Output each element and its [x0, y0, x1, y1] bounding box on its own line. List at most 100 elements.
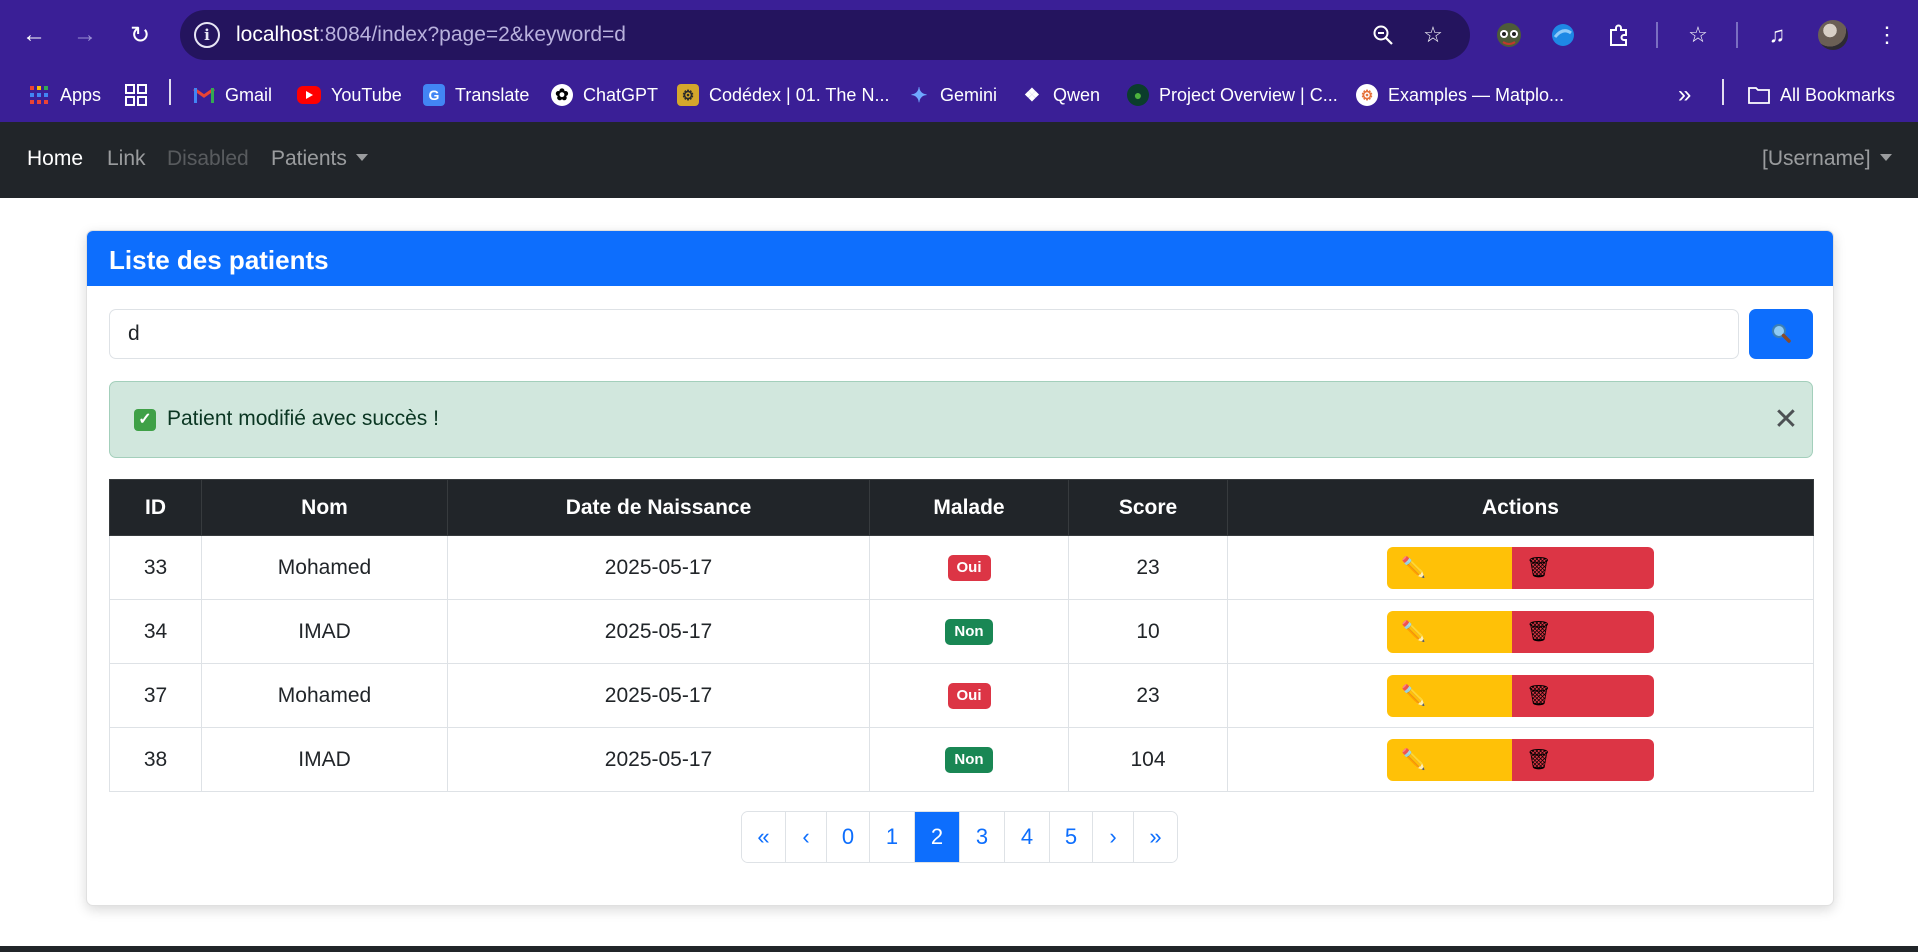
patients-table: ID Nom Date de Naissance Malade Score Ac… — [109, 479, 1814, 792]
reload-icon[interactable]: ↻ — [122, 17, 158, 53]
search-button[interactable] — [1749, 309, 1813, 359]
tab-groups-icon[interactable] — [124, 78, 148, 112]
back-arrow-icon[interactable]: ← — [16, 17, 52, 53]
bookmark-apps[interactable]: Apps — [28, 78, 101, 112]
chatgpt-icon: ✿ — [551, 84, 573, 106]
nav-home-link[interactable]: Home — [27, 147, 83, 171]
folder-icon — [1748, 84, 1770, 106]
site-info-icon[interactable]: i — [194, 22, 220, 48]
more-menu-icon[interactable]: ⋮ — [1870, 18, 1904, 52]
toolbar-divider — [1656, 22, 1658, 48]
nav-link[interactable]: Link — [107, 147, 146, 171]
alert-message: Patient modifié avec succès ! — [167, 407, 439, 430]
trash-icon: 🗑 — [1526, 557, 1552, 579]
page-link-5[interactable]: 5 — [1050, 812, 1093, 862]
bookmark-codedex[interactable]: ⚙ Codédex | 01. The N... — [677, 78, 889, 112]
header-nom: Nom — [201, 479, 448, 536]
table-row: 34 IMAD 2025-05-17 Non 10 ✏️ 🗑 — [109, 599, 1814, 664]
page-link-3[interactable]: 3 — [960, 812, 1005, 862]
user-dropdown[interactable]: [Username] — [1762, 147, 1892, 171]
edit-button[interactable]: ✏️ — [1387, 546, 1512, 589]
url-text[interactable]: localhost:8084/index?page=2&keyword=d — [236, 23, 626, 47]
nav-patients-dropdown[interactable]: Patients — [271, 147, 368, 171]
youtube-icon — [297, 86, 321, 104]
more-bookmarks-chevron-icon[interactable]: » — [1678, 78, 1691, 112]
bookmark-qwen[interactable]: ❖ Qwen — [1021, 78, 1100, 112]
delete-button[interactable]: 🗑 — [1512, 610, 1654, 653]
cell-actions: ✏️ 🗑 — [1227, 663, 1814, 728]
zoom-icon[interactable] — [1370, 22, 1396, 48]
extensions-puzzle-icon[interactable] — [1602, 18, 1636, 52]
edit-button[interactable]: ✏️ — [1387, 674, 1512, 717]
page-link-2-current[interactable]: 2 — [915, 812, 960, 862]
edit-button[interactable]: ✏️ — [1387, 610, 1512, 653]
bookmark-gmail[interactable]: Gmail — [193, 78, 272, 112]
media-queue-icon[interactable]: ♫ — [1760, 18, 1794, 52]
search-input[interactable] — [109, 309, 1739, 359]
bookmarks-divider — [1722, 79, 1724, 105]
close-icon[interactable]: ✕ — [1772, 405, 1800, 435]
bookmark-project-overview[interactable]: ● Project Overview | C... — [1127, 78, 1338, 112]
chevron-down-icon — [355, 154, 368, 161]
table-row: 38 IMAD 2025-05-17 Non 104 ✏️ 🗑 — [109, 727, 1814, 792]
cell-id: 34 — [109, 599, 202, 664]
page-prev[interactable]: ‹ — [786, 812, 827, 862]
pencil-icon: ✏️ — [1401, 749, 1426, 771]
nav-disabled-link: Disabled — [167, 147, 249, 170]
delete-button[interactable]: 🗑 — [1512, 738, 1654, 781]
header-date: Date de Naissance — [447, 479, 870, 536]
pencil-icon: ✏️ — [1401, 621, 1426, 643]
status-badge: Non — [945, 747, 993, 773]
page-last[interactable]: » — [1134, 812, 1177, 862]
header-malade: Malade — [869, 479, 1069, 536]
page-link-0[interactable]: 0 — [827, 812, 870, 862]
page-next[interactable]: › — [1093, 812, 1134, 862]
bookmark-chatgpt[interactable]: ✿ ChatGPT — [551, 78, 658, 112]
table-row: 37 Mohamed 2025-05-17 Oui 23 ✏️ 🗑 — [109, 663, 1814, 728]
extension-glasses-icon[interactable] — [1492, 18, 1526, 52]
cell-score: 23 — [1068, 663, 1228, 728]
cell-score: 104 — [1068, 727, 1228, 792]
pencil-icon: ✏️ — [1401, 557, 1426, 579]
page-first[interactable]: « — [742, 812, 786, 862]
header-id: ID — [109, 479, 202, 536]
profile-avatar[interactable] — [1818, 20, 1848, 50]
page-footer-strip — [0, 946, 1918, 952]
cell-nom: Mohamed — [201, 535, 448, 600]
cell-nom: IMAD — [201, 727, 448, 792]
star-bookmark-icon[interactable]: ☆ — [1420, 22, 1446, 48]
trash-icon: 🗑 — [1526, 685, 1552, 707]
trash-icon: 🗑 — [1526, 621, 1552, 643]
apps-grid-icon — [28, 84, 50, 106]
address-bar[interactable]: i localhost:8084/index?page=2&keyword=d … — [180, 10, 1470, 60]
qwen-icon: ❖ — [1023, 84, 1041, 105]
search-icon — [1770, 322, 1792, 347]
delete-button[interactable]: 🗑 — [1512, 546, 1654, 589]
page-link-4[interactable]: 4 — [1005, 812, 1050, 862]
pencil-icon: ✏️ — [1401, 685, 1426, 707]
page-link-1[interactable]: 1 — [870, 812, 915, 862]
bookmark-youtube[interactable]: YouTube — [297, 78, 402, 112]
cell-date: 2025-05-17 — [447, 663, 870, 728]
bookmark-gemini[interactable]: ✦ Gemini — [908, 78, 997, 112]
extension-blue-icon[interactable] — [1546, 18, 1580, 52]
delete-button[interactable]: 🗑 — [1512, 674, 1654, 717]
status-badge: Non — [945, 619, 993, 645]
browser-toolbar: ← → ↻ i localhost:8084/index?page=2&keyw… — [0, 0, 1918, 70]
cell-id: 33 — [109, 535, 202, 600]
cell-date: 2025-05-17 — [447, 599, 870, 664]
bookmark-matplotlib[interactable]: ⚙ Examples — Matplo... — [1356, 78, 1564, 112]
toolbar-divider — [1736, 22, 1738, 48]
bookmarks-star-icon[interactable]: ☆ — [1681, 18, 1715, 52]
cell-id: 37 — [109, 663, 202, 728]
cell-nom: IMAD — [201, 599, 448, 664]
card-title: Liste des patients — [87, 231, 1833, 286]
edit-button[interactable]: ✏️ — [1387, 738, 1512, 781]
status-badge: Oui — [947, 683, 991, 709]
app-navbar: Home Link Disabled Patients [Username] — [0, 122, 1918, 198]
cell-id: 38 — [109, 727, 202, 792]
all-bookmarks-folder[interactable]: All Bookmarks — [1748, 78, 1895, 112]
browser-chrome: ← → ↻ i localhost:8084/index?page=2&keyw… — [0, 0, 1918, 122]
forward-arrow-icon[interactable]: → — [67, 17, 103, 53]
bookmark-translate[interactable]: G Translate — [423, 78, 529, 112]
